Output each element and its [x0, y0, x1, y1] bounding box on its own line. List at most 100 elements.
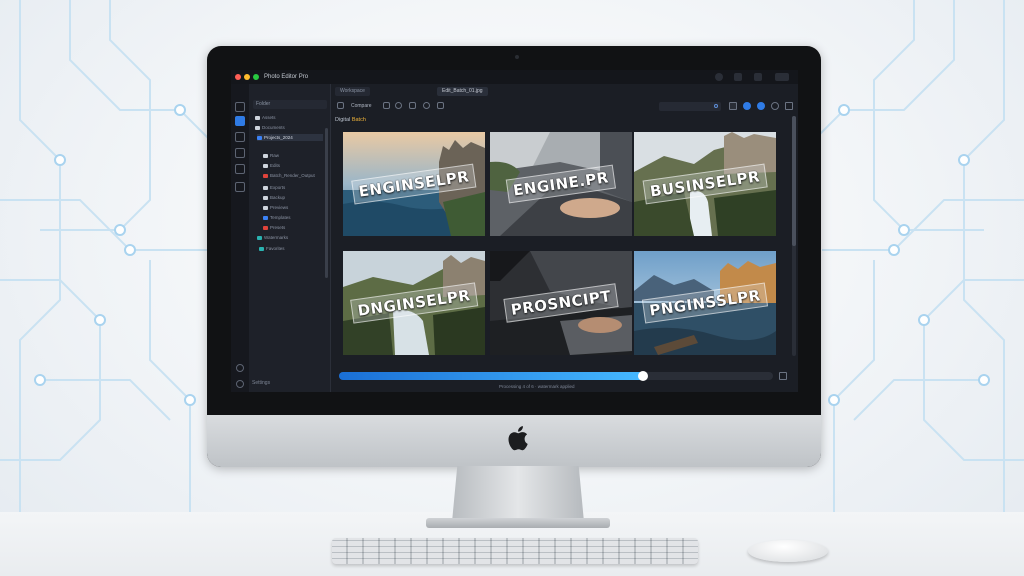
app-window: Photo Editor Pro Folder Assets Documents…	[231, 70, 798, 392]
tab-active-file[interactable]: Edit_Batch_01.jpg	[437, 87, 488, 96]
monitor-stand	[452, 466, 584, 522]
file-icon	[257, 235, 262, 240]
app-title: Photo Editor Pro	[264, 74, 309, 80]
status-text: Processing 4 of 6 · watermark applied	[499, 384, 575, 389]
camera	[515, 55, 519, 59]
gallery-thumbnail[interactable]: PNGINSSLPR	[634, 251, 776, 355]
sidebar-item-label: Batch_Render_Output	[270, 173, 315, 178]
section-title: Digital Batch	[335, 117, 366, 123]
sidebar-item[interactable]: Previews	[263, 204, 288, 211]
sidebar-scrollbar[interactable]	[325, 128, 328, 278]
layers-icon[interactable]	[235, 132, 245, 142]
toolbar: Compare	[331, 100, 798, 112]
sidebar-item-label: Raw	[270, 153, 280, 158]
sidebar-item[interactable]: Watermarks	[257, 234, 288, 241]
sidebar-item[interactable]: Documents	[255, 124, 285, 131]
sidebar-item[interactable]: Templates	[263, 214, 291, 221]
sidebar-item[interactable]: Raw	[263, 152, 279, 159]
file-icon	[263, 225, 268, 230]
sidebar-item-label: Watermarks	[264, 235, 289, 240]
icon-rail	[231, 84, 249, 392]
sidebar-item-label: Favorites	[266, 246, 285, 251]
filter-icon[interactable]	[423, 102, 430, 109]
minimize-window-button[interactable]	[244, 74, 250, 80]
file-icon	[263, 215, 268, 220]
window-mode-button[interactable]	[734, 73, 742, 81]
gallery-thumbnail[interactable]: BUSINSELPR	[634, 132, 776, 236]
file-icon	[263, 195, 268, 200]
progress-fill	[339, 372, 643, 380]
file-sidebar: Folder Assets Documents Projects_2024 Ra…	[249, 84, 331, 392]
file-icon	[263, 163, 268, 168]
file-icon	[263, 205, 268, 210]
sidebar-item-label: Edits	[270, 163, 281, 168]
section-badge: Batch	[351, 117, 366, 123]
monitor-stand-base	[426, 518, 610, 528]
sidebar-item-label: Previews	[270, 205, 289, 210]
batch-progress-bar	[339, 371, 773, 381]
square-icon[interactable]	[729, 102, 737, 110]
eraser-icon[interactable]	[409, 102, 416, 109]
search-icon	[714, 104, 718, 108]
mouse	[748, 540, 828, 562]
apple-logo-icon	[508, 426, 528, 451]
sidebar-item[interactable]: Batch_Render_Output	[263, 172, 315, 179]
sidebar-item-label: Exports	[270, 185, 286, 190]
progress-handle[interactable]	[638, 371, 648, 381]
sidebar-item-label: Templates	[270, 215, 291, 220]
tab-workspace[interactable]: Workspace	[335, 87, 370, 96]
compare-icon[interactable]	[337, 102, 344, 109]
tab-bar: Workspace Edit_Batch_01.jpg	[331, 84, 798, 98]
search-input[interactable]	[659, 102, 721, 111]
circle-blue-icon[interactable]	[743, 102, 751, 110]
folder-icon	[257, 135, 262, 140]
title-bar: Photo Editor Pro	[231, 70, 798, 84]
sync-icon[interactable]	[771, 102, 779, 110]
folder-icon	[255, 125, 260, 130]
sidebar-item[interactable]: Assets	[255, 114, 276, 121]
home-icon[interactable]	[235, 102, 245, 112]
gallery-thumbnail[interactable]: ENGINE.PR	[490, 132, 632, 236]
brush-icon[interactable]	[395, 102, 402, 109]
gallery-scrollbar[interactable]	[792, 116, 796, 356]
expand-icon[interactable]	[779, 372, 787, 380]
gallery-thumbnail[interactable]: PROSNCIPT	[490, 251, 632, 355]
close-window-button[interactable]	[235, 74, 241, 80]
sidebar-item-label: Documents	[262, 125, 285, 130]
zoom-window-button[interactable]	[253, 74, 259, 80]
gallery-scrollbar-thumb[interactable]	[792, 116, 796, 246]
sidebar-footer: Settings	[252, 380, 271, 386]
sidebar-item-selected[interactable]: Projects_2024	[257, 134, 323, 141]
file-icon	[263, 173, 268, 178]
circle-blue-icon[interactable]	[757, 102, 765, 110]
sidebar-item[interactable]: Favorites	[259, 245, 285, 252]
brush-icon[interactable]	[235, 116, 245, 126]
compare-label: Compare	[351, 103, 372, 109]
grid-icon[interactable]	[437, 102, 444, 109]
sidebar-item[interactable]: Edits	[263, 162, 280, 169]
sidebar-item-label: Assets	[262, 115, 276, 120]
sidebar-item[interactable]: Presets	[263, 224, 285, 231]
menu-icon[interactable]	[785, 102, 793, 110]
account-icon[interactable]	[715, 73, 723, 81]
sidebar-item[interactable]: Backup	[263, 194, 285, 201]
settings-icon[interactable]	[236, 380, 244, 388]
gallery-thumbnail[interactable]: DNGINSELPR	[343, 251, 485, 355]
gallery-thumbnail[interactable]: ENGINSELPR	[343, 132, 485, 236]
section-title-text: Digital	[335, 117, 351, 123]
keyboard	[332, 538, 698, 564]
folder-search[interactable]: Folder	[253, 100, 327, 109]
sidebar-item[interactable]: Exports	[263, 184, 285, 191]
sidebar-item-label: Presets	[270, 225, 286, 230]
shield-icon[interactable]	[235, 148, 245, 158]
folder-icon[interactable]	[235, 182, 245, 192]
window-menu-button[interactable]	[775, 73, 789, 81]
crop-icon[interactable]	[383, 102, 390, 109]
pen-icon[interactable]	[235, 164, 245, 174]
folder-search-label: Folder	[256, 101, 271, 107]
sync-icon[interactable]	[236, 364, 244, 372]
fullscreen-button[interactable]	[754, 73, 762, 81]
file-icon	[263, 153, 268, 158]
sidebar-item-label: Backup	[270, 195, 286, 200]
file-icon	[263, 185, 268, 190]
